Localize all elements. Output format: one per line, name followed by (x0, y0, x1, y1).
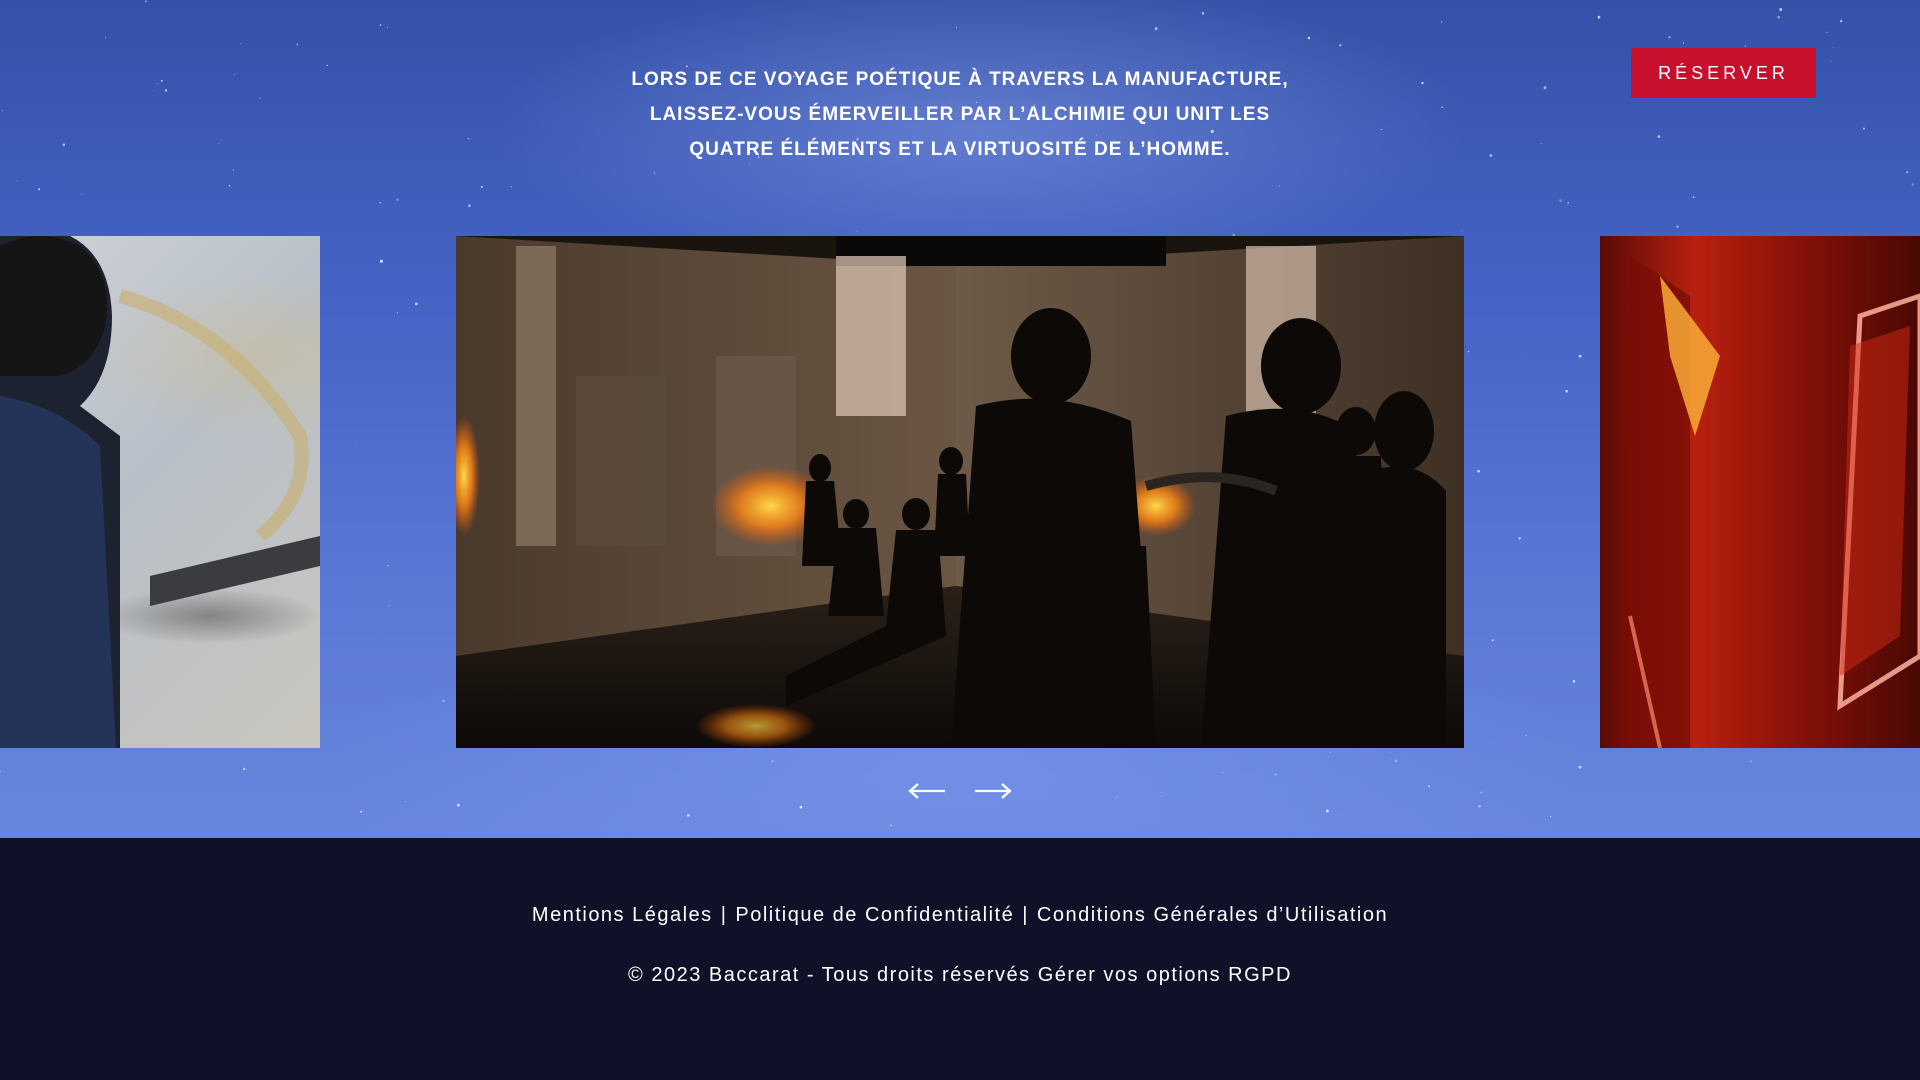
intro-line: LORS DE CE VOYAGE POÉTIQUE À TRAVERS LA … (631, 69, 1289, 90)
footer-separator: | (720, 904, 728, 926)
intro-line: QUATRE ÉLÉMENTS ET LA VIRTUOSITÉ DE L’HO… (689, 139, 1231, 160)
privacy-policy-link[interactable]: Politique de Confidentialité (735, 904, 1014, 926)
intro-text: LORS DE CE VOYAGE POÉTIQUE À TRAVERS LA … (540, 62, 1380, 167)
intro-line: LAISSEZ-VOUS ÉMERVEILLER PAR L’ALCHIMIE … (649, 104, 1271, 125)
footer-separator: | (1022, 904, 1029, 926)
footer: Mentions Légales | Politique de Confidenti… (0, 838, 1920, 1080)
reserve-button[interactable]: RÉSERVER (1631, 48, 1816, 98)
footer-links: Mentions Légales | Politique de Confidenti… (0, 904, 1920, 927)
legal-notice-link[interactable]: Mentions Légales (532, 904, 713, 926)
carousel-slide-next[interactable] (1600, 236, 1920, 748)
copyright-line: © 2023 Baccarat - Tous droits réservés G… (0, 964, 1920, 987)
visitor-photo (0, 236, 320, 748)
carousel-controls (905, 775, 1015, 807)
red-crystal-photo (1620, 256, 1920, 748)
terms-of-use-link[interactable]: Conditions Générales d’Utilisation (1037, 904, 1388, 926)
carousel-prev-button[interactable] (905, 775, 949, 807)
carousel-slide-previous[interactable] (0, 236, 320, 748)
carousel-slide-active[interactable] (456, 236, 1464, 748)
hero-section: LORS DE CE VOYAGE POÉTIQUE À TRAVERS LA … (0, 0, 1920, 838)
carousel-next-button[interactable] (971, 775, 1015, 807)
immersive-room-photo (456, 236, 1464, 748)
rgpd-options-link[interactable]: Gérer vos options RGPD (1038, 964, 1292, 986)
arrow-right-icon (975, 783, 1012, 799)
arrow-left-icon (908, 783, 945, 799)
copyright-text: © 2023 Baccarat - Tous droits réservés (628, 964, 1031, 986)
